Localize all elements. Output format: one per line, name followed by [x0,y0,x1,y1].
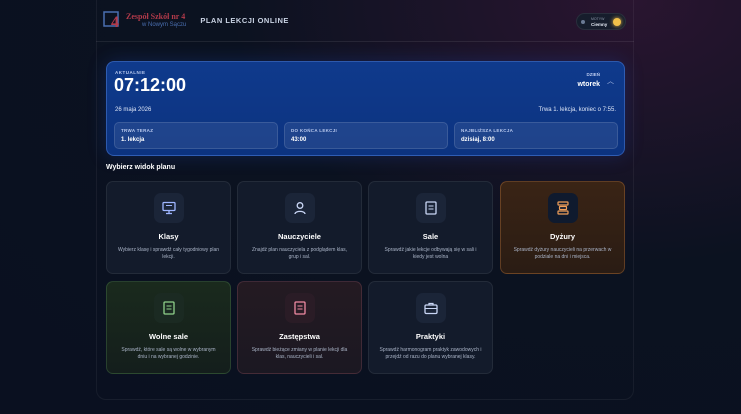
theme-value: Ciemny [591,21,608,27]
stat-time-left: DO KOŃCA LEKCJI 43:00 [284,122,448,149]
logo-emblem-icon: 4 [102,8,124,34]
stat-value: dzisiaj, 8:00 [461,137,495,143]
free-room-icon [153,293,184,323]
monitor-icon [153,193,184,223]
sun-icon [613,17,621,26]
tile-wolne-sale[interactable]: Wolne sale Sprawdź, które sale są wolne … [106,281,231,374]
tile-title: Praktyki [415,332,446,341]
tile-praktyki[interactable]: Praktyki Sprawdź harmonogram praktyk zaw… [368,281,493,374]
tile-title: Nauczyciele [278,232,321,241]
current-time-panel: AKTUALNIE 07:12:00 DZIEŃ wtorek ︿ 26 maj… [106,61,625,156]
tile-description: Wybierz klasę i sprawdź cały tygodniowy … [117,247,220,260]
tile-description: Sprawdź harmonogram praktyk zawodowych i… [379,347,482,360]
substitution-icon [284,293,315,323]
lesson-status: Trwa 1. lekcja, koniec o 7:55. [538,107,616,113]
briefcase-icon [415,293,446,323]
app-title: PLAN LEKCJI ONLINE [200,16,289,25]
stat-value: 1. lekcja [121,137,145,143]
door-icon [415,193,446,223]
tile-title: Zastępstwa [279,332,320,341]
tile-nauczyciele[interactable]: Nauczyciele Znajdź plan nauczyciela z po… [237,181,362,274]
theme-toggle[interactable]: MOTYW Ciemny [576,13,626,30]
collapse-chevron-icon[interactable]: ︿ [607,76,614,86]
tile-title: Sale [422,232,439,241]
tile-description: Sprawdź jakie lekcje odbywają się w sali… [384,247,477,260]
tile-title: Klasy [158,232,179,241]
logo-school-name: Zespół Szkół nr 4 [126,11,186,21]
day-label: DZIEŃ [586,72,601,77]
tile-zastepstwa[interactable]: Zastępstwa Sprawdź bieżące zmiany w plan… [237,281,362,374]
stat-label: TRWA TERAZ [121,128,154,133]
section-title: Wybierz widok planu [106,164,176,171]
tile-description: Sprawdź dyżury nauczycieli na przerwach … [513,247,612,260]
day-value: wtorek [577,81,600,88]
stat-current-lesson: TRWA TERAZ 1. lekcja [114,122,278,149]
tile-description: Znajdź plan nauczyciela z podglądem klas… [251,247,348,260]
tile-klasy[interactable]: Klasy Wybierz klasę i sprawdź cały tygod… [106,181,231,274]
tile-title: Wolne sale [148,332,189,341]
tile-sale[interactable]: Sale Sprawdź jakie lekcje odbywają się w… [368,181,493,274]
theme-dot-icon [581,19,585,24]
tile-description: Sprawdź, które sale są wolne w wybranym … [121,347,216,360]
current-time: 07:12:00 [114,75,187,95]
duty-icon [547,193,578,223]
stat-value: 43:00 [291,137,307,143]
tile-title: Dyżury [549,232,575,241]
stat-next-lesson: NAJBLIŻSZA LEKCJA dzisiaj, 8:00 [454,122,618,149]
top-bar: 4 Zespół Szkół nr 4 w Nowym Sączu PLAN L… [96,0,634,42]
svg-text:4: 4 [111,14,119,31]
stat-label: NAJBLIŻSZA LEKCJA [461,128,514,133]
school-logo[interactable]: 4 Zespół Szkół nr 4 w Nowym Sączu [102,4,186,38]
current-date: 26 maja 2026 [115,107,152,113]
logo-school-city: w Nowym Sączu [142,21,187,28]
tile-description: Sprawdź bieżące zmiany w planie lekcji d… [251,347,348,360]
user-icon [284,193,315,223]
tile-dyzury[interactable]: Dyżury Sprawdź dyżury nauczycieli na prz… [500,181,625,274]
stat-label: DO KOŃCA LEKCJI [291,128,338,133]
